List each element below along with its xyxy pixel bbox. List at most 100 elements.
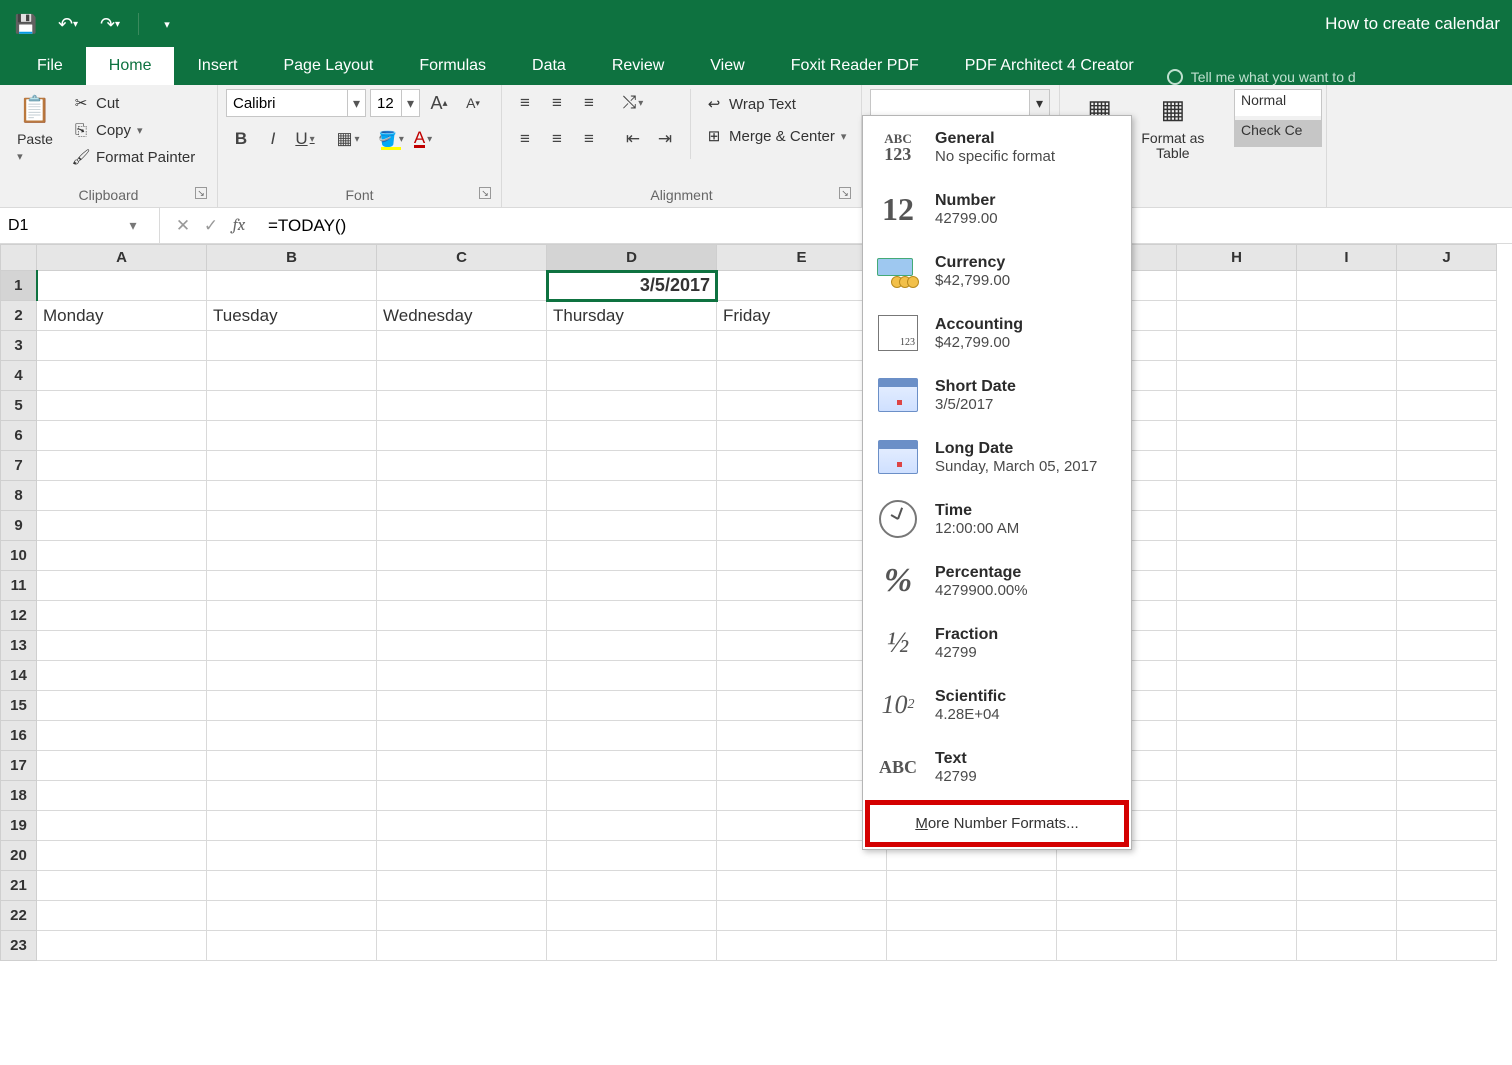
cell-I4[interactable] xyxy=(1297,361,1397,391)
cell-D3[interactable] xyxy=(547,331,717,361)
number-format-option-scientific[interactable]: 102Scientific4.28E+04 xyxy=(863,674,1131,736)
align-center-button[interactable]: ≡ xyxy=(542,125,572,153)
cell-I20[interactable] xyxy=(1297,841,1397,871)
column-header-B[interactable]: B xyxy=(207,245,377,271)
cell-B1[interactable] xyxy=(207,271,377,301)
cell-E4[interactable] xyxy=(717,361,887,391)
cell-I6[interactable] xyxy=(1297,421,1397,451)
font-name-combo[interactable]: ▾ xyxy=(226,89,366,117)
name-box[interactable]: ▾ xyxy=(0,208,160,243)
font-size-combo[interactable]: ▾ xyxy=(370,89,420,117)
cell-H6[interactable] xyxy=(1177,421,1297,451)
tab-review[interactable]: Review xyxy=(589,47,687,85)
cell-J17[interactable] xyxy=(1397,751,1497,781)
cell-C13[interactable] xyxy=(377,631,547,661)
cell-style-check-cell[interactable]: Check Ce xyxy=(1235,120,1321,146)
row-header-9[interactable]: 9 xyxy=(1,511,37,541)
cell-H19[interactable] xyxy=(1177,811,1297,841)
tell-me-search[interactable]: Tell me what you want to d xyxy=(1157,69,1366,85)
cell-J10[interactable] xyxy=(1397,541,1497,571)
cell-I8[interactable] xyxy=(1297,481,1397,511)
cell-C5[interactable] xyxy=(377,391,547,421)
cell-B10[interactable] xyxy=(207,541,377,571)
format-as-table-button[interactable]: ▦ Format as Table xyxy=(1137,89,1208,164)
cell-C15[interactable] xyxy=(377,691,547,721)
tab-data[interactable]: Data xyxy=(509,47,589,85)
row-header-23[interactable]: 23 xyxy=(1,931,37,961)
cell-J3[interactable] xyxy=(1397,331,1497,361)
cell-J16[interactable] xyxy=(1397,721,1497,751)
number-format-option-general[interactable]: ABC123GeneralNo specific format xyxy=(863,116,1131,178)
cell-D17[interactable] xyxy=(547,751,717,781)
cell-A20[interactable] xyxy=(37,841,207,871)
cell-A19[interactable] xyxy=(37,811,207,841)
cell-D23[interactable] xyxy=(547,931,717,961)
cell-A12[interactable] xyxy=(37,601,207,631)
cell-H18[interactable] xyxy=(1177,781,1297,811)
cell-H22[interactable] xyxy=(1177,901,1297,931)
cell-H20[interactable] xyxy=(1177,841,1297,871)
cell-A9[interactable] xyxy=(37,511,207,541)
cell-G23[interactable] xyxy=(1057,931,1177,961)
cell-E18[interactable] xyxy=(717,781,887,811)
cell-A15[interactable] xyxy=(37,691,207,721)
cell-J13[interactable] xyxy=(1397,631,1497,661)
name-box-input[interactable] xyxy=(0,217,120,235)
cell-D11[interactable] xyxy=(547,571,717,601)
cell-D1[interactable]: 3/5/2017 xyxy=(547,271,717,301)
redo-icon[interactable]: ↷▾ xyxy=(96,10,124,38)
cell-B9[interactable] xyxy=(207,511,377,541)
number-format-selector[interactable]: ▾ xyxy=(870,89,1050,117)
cell-C1[interactable] xyxy=(377,271,547,301)
column-header-J[interactable]: J xyxy=(1397,245,1497,271)
cell-E16[interactable] xyxy=(717,721,887,751)
cell-D10[interactable] xyxy=(547,541,717,571)
cell-E21[interactable] xyxy=(717,871,887,901)
select-all-cell[interactable] xyxy=(1,245,37,271)
cell-B11[interactable] xyxy=(207,571,377,601)
cell-A7[interactable] xyxy=(37,451,207,481)
cell-D14[interactable] xyxy=(547,661,717,691)
cell-J21[interactable] xyxy=(1397,871,1497,901)
cell-D16[interactable] xyxy=(547,721,717,751)
row-header-8[interactable]: 8 xyxy=(1,481,37,511)
cell-E6[interactable] xyxy=(717,421,887,451)
decrease-indent-button[interactable]: ⇤ xyxy=(618,125,648,153)
cell-E10[interactable] xyxy=(717,541,887,571)
cell-I23[interactable] xyxy=(1297,931,1397,961)
cell-A2[interactable]: Monday xyxy=(37,301,207,331)
cell-D20[interactable] xyxy=(547,841,717,871)
cell-F23[interactable] xyxy=(887,931,1057,961)
number-format-option-number[interactable]: 12Number42799.00 xyxy=(863,178,1131,240)
cell-D4[interactable] xyxy=(547,361,717,391)
cell-I14[interactable] xyxy=(1297,661,1397,691)
font-dialog-launcher[interactable]: ↘ xyxy=(479,187,491,199)
row-header-4[interactable]: 4 xyxy=(1,361,37,391)
cell-B18[interactable] xyxy=(207,781,377,811)
number-format-option-text[interactable]: ABCText42799 xyxy=(863,736,1131,798)
cell-E9[interactable] xyxy=(717,511,887,541)
row-header-1[interactable]: 1 xyxy=(1,271,37,301)
row-header-16[interactable]: 16 xyxy=(1,721,37,751)
cell-C10[interactable] xyxy=(377,541,547,571)
tab-pdf-architect-4-creator[interactable]: PDF Architect 4 Creator xyxy=(942,47,1157,85)
cell-D15[interactable] xyxy=(547,691,717,721)
row-header-17[interactable]: 17 xyxy=(1,751,37,781)
cell-H13[interactable] xyxy=(1177,631,1297,661)
cell-D7[interactable] xyxy=(547,451,717,481)
cell-C7[interactable] xyxy=(377,451,547,481)
cell-J2[interactable] xyxy=(1397,301,1497,331)
cell-A1[interactable] xyxy=(37,271,207,301)
cell-H5[interactable] xyxy=(1177,391,1297,421)
cell-D6[interactable] xyxy=(547,421,717,451)
tab-insert[interactable]: Insert xyxy=(174,47,260,85)
row-header-15[interactable]: 15 xyxy=(1,691,37,721)
chevron-down-icon[interactable]: ▾ xyxy=(120,217,146,234)
cell-C12[interactable] xyxy=(377,601,547,631)
cell-E5[interactable] xyxy=(717,391,887,421)
clipboard-dialog-launcher[interactable]: ↘ xyxy=(195,187,207,199)
cell-H17[interactable] xyxy=(1177,751,1297,781)
cell-I12[interactable] xyxy=(1297,601,1397,631)
enter-formula-button[interactable]: ✓ xyxy=(198,213,224,239)
cell-C22[interactable] xyxy=(377,901,547,931)
